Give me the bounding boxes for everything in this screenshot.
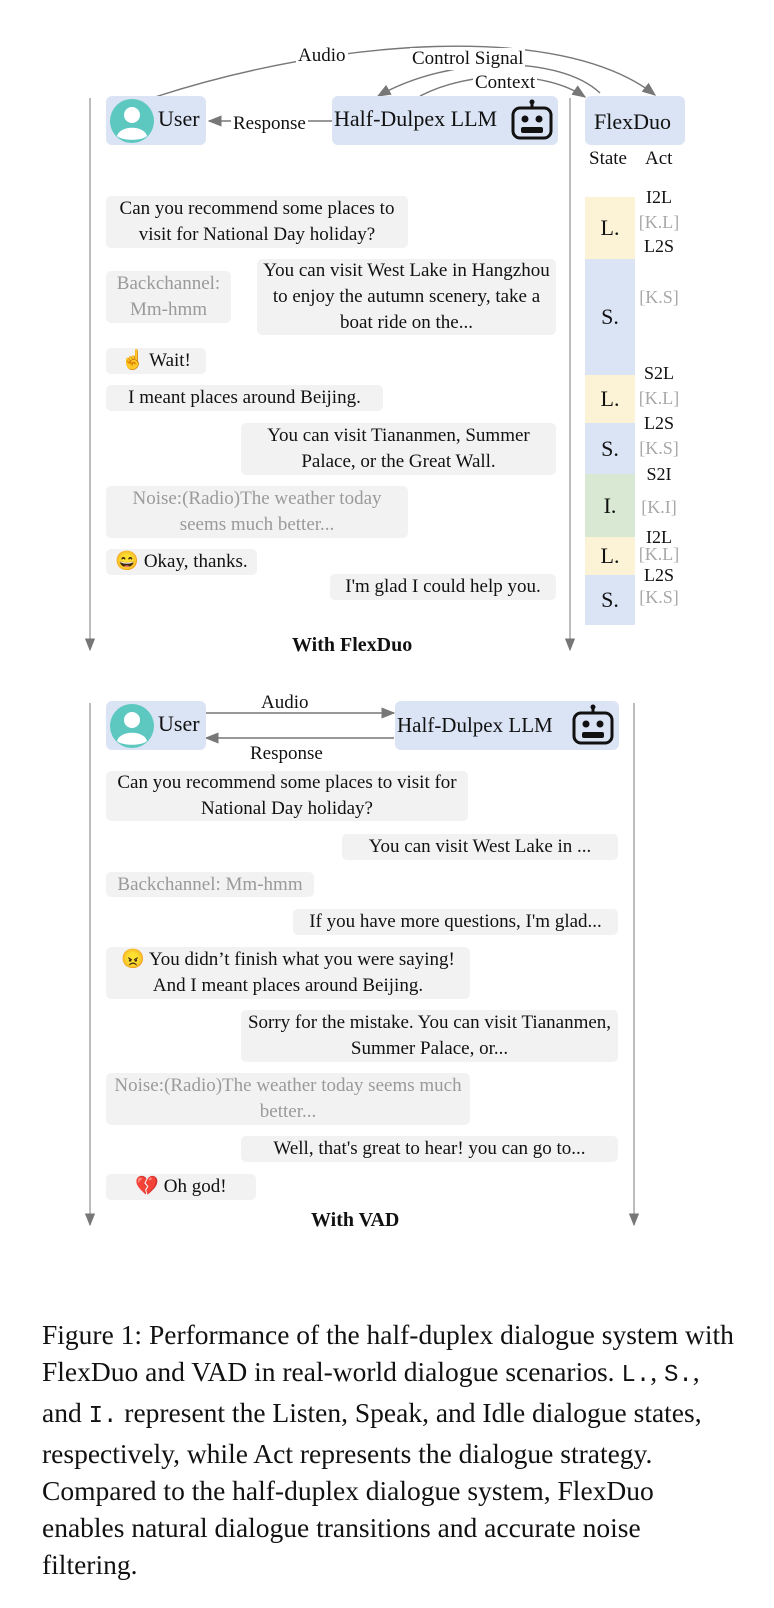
vad-msg-user-question: Can you recommend some places to visit f… [106, 771, 468, 821]
flexduo-label: FlexDuo [594, 109, 671, 134]
robot-icon [572, 704, 614, 745]
act-label: [K.L] [638, 544, 680, 564]
user-label: User [158, 106, 200, 131]
state-cell: S. [585, 575, 635, 625]
caption-code-speak: S. [663, 1362, 693, 1389]
state-cell: S. [585, 423, 635, 474]
act-label: I2L [646, 187, 672, 207]
response-arrow-label: Response [231, 113, 308, 135]
top-diagram-title: With FlexDuo [292, 634, 413, 656]
context-label: Context [473, 72, 538, 94]
bottom-response-label: Response [250, 743, 323, 764]
user-node: User [106, 96, 206, 145]
act-label: [K.L] [638, 212, 680, 232]
act-label: [K.S] [639, 438, 679, 458]
bottom-user-node: User [106, 701, 206, 750]
state-cell: L. [585, 537, 635, 575]
robot-icon [511, 99, 553, 140]
act-label: [K.L] [638, 388, 680, 408]
control-signal-label: Control Signal [410, 48, 526, 70]
caption-text: , [650, 1356, 664, 1387]
bottom-diagram-title: With VAD [311, 1209, 400, 1231]
msg-user-question: Can you recommend some places to visit f… [106, 196, 408, 248]
vad-msg-user-oh-god: 💔 Oh god! [106, 1174, 256, 1200]
vad-msg-llm-questions: If you have more questions, I'm glad... [293, 909, 618, 935]
vad-msg-backchannel: Backchannel: Mm-hmm [106, 872, 314, 897]
flexduo-node: FlexDuo [585, 96, 685, 145]
bottom-llm-node: Half-Dulpex LLM [395, 701, 619, 750]
vad-msg-llm-great: Well, that's great to hear! you can go t… [241, 1136, 618, 1162]
caption-code-listen: L. [621, 1362, 651, 1389]
msg-user-thanks: 😄 Okay, thanks. [106, 549, 257, 575]
msg-llm-tiananmen: You can visit Tiananmen, Summer Palace, … [241, 423, 556, 475]
msg-user-beijing: I meant places around Beijing. [106, 385, 383, 411]
act-label: L2S [643, 236, 674, 256]
act-label: L2S [643, 565, 674, 585]
act-label: S2I [646, 464, 672, 484]
caption-code-idle: I. [88, 1403, 118, 1430]
user-avatar-icon [110, 704, 154, 748]
msg-backchannel: Backchannel: Mm-hmm [106, 271, 231, 323]
act-label: [K.S] [639, 587, 679, 607]
act-label: [K.I] [641, 497, 677, 517]
state-cell: S. [585, 259, 635, 375]
state-cell: L. [585, 375, 635, 423]
vad-msg-llm-sorry: Sorry for the mistake. You can visit Tia… [241, 1010, 618, 1062]
llm-label: Half-Dulpex LLM [334, 106, 498, 131]
llm-node: Half-Dulpex LLM [332, 96, 558, 145]
vad-msg-noise: Noise:(Radio)The weather today seems muc… [106, 1073, 470, 1125]
state-cell: I. [585, 474, 635, 537]
caption-text: represent the Listen, Speak, and Idle di… [42, 1397, 702, 1580]
act-column-header: Act [645, 148, 673, 169]
msg-user-wait: ☝ Wait! [106, 348, 206, 374]
user-avatar-icon [110, 99, 154, 143]
figure-caption: Figure 1: Performance of the half-duplex… [42, 1316, 742, 1583]
msg-llm-west-lake: You can visit West Lake in Hangzhou to e… [257, 259, 556, 335]
act-label: S2L [643, 363, 674, 383]
state-column-header: State [589, 148, 627, 169]
bottom-audio-label: Audio [261, 692, 309, 713]
audio-arrow-label: Audio [296, 45, 348, 67]
bottom-user-label: User [158, 711, 200, 736]
state-cell: L. [585, 197, 635, 259]
bottom-llm-label: Half-Dulpex LLM [397, 713, 553, 737]
act-label: L2S [643, 413, 674, 433]
vad-msg-llm-west-lake: You can visit West Lake in ... [342, 834, 618, 860]
msg-noise: Noise:(Radio)The weather today seems muc… [106, 486, 408, 538]
act-label: [K.S] [639, 287, 679, 307]
msg-llm-glad: I'm glad I could help you. [330, 574, 556, 600]
vad-msg-user-angry: 😠 You didn’t finish what you were saying… [106, 947, 470, 999]
